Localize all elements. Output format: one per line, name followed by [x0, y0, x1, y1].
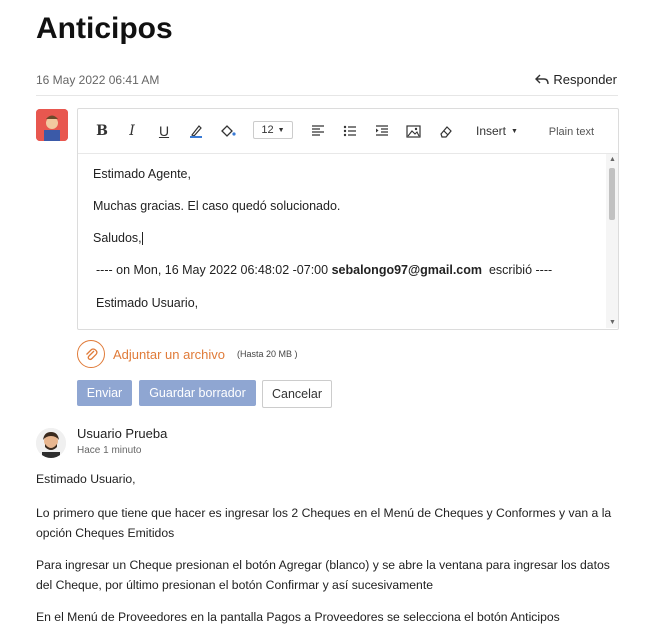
bold-icon[interactable]: B — [92, 121, 112, 141]
attach-file[interactable]: Adjuntar un archivo (Hasta 20 MB ) — [77, 340, 298, 368]
italic-icon[interactable]: I — [122, 121, 142, 141]
font-size-select[interactable]: 12 ▼ — [253, 121, 293, 139]
author-time: Hace 1 minuto — [77, 445, 142, 456]
attach-limit: (Hasta 20 MB ) — [237, 349, 298, 359]
quote-prefix: ---- on Mon, 16 May 2022 06:48:02 -07:00 — [96, 263, 329, 277]
editor-body[interactable]: Estimado Agente, Muchas gracias. El caso… — [78, 154, 604, 328]
message-paragraph: Estimado Usuario, — [36, 472, 136, 486]
scroll-down-icon[interactable]: ▼ — [609, 319, 616, 326]
message-paragraph: Para ingresar un Cheque presionan el bot… — [36, 558, 610, 592]
plain-text-toggle[interactable]: Plain text — [549, 126, 594, 138]
eraser-icon[interactable] — [435, 121, 455, 141]
reply-button[interactable]: Responder — [535, 72, 617, 87]
quote-suffix: escribió ---- — [488, 263, 553, 277]
bulleted-list-icon[interactable] — [340, 121, 360, 141]
header-divider — [36, 95, 618, 96]
reply-editor: B I U 12 ▼ Insert ▼ Plain text Estimado … — [77, 108, 619, 330]
page-title: Anticipos — [36, 12, 173, 45]
underline-icon[interactable]: U — [154, 121, 174, 141]
save-draft-button[interactable]: Guardar borrador — [139, 380, 256, 406]
avatar — [36, 109, 68, 141]
font-size-value: 12 — [261, 124, 274, 136]
message-date: 16 May 2022 06:41 AM — [36, 73, 160, 87]
editor-line: Muchas gracias. El caso quedó solucionad… — [93, 199, 341, 213]
editor-line: Estimado Agente, — [93, 167, 191, 181]
text-cursor — [141, 232, 143, 246]
cancel-button[interactable]: Cancelar — [262, 380, 332, 408]
editor-line-text: Saludos, — [93, 231, 142, 245]
chevron-down-icon: ▼ — [511, 127, 518, 135]
reply-icon — [535, 74, 550, 84]
editor-line: Estimado Usuario, — [96, 296, 199, 310]
editor-scrollbar[interactable]: ▲ ▼ — [606, 154, 618, 328]
scrollbar-thumb[interactable] — [609, 168, 615, 220]
quote-email: sebalongo97@gmail.com — [331, 263, 482, 277]
insert-dropdown[interactable]: Insert ▼ — [476, 124, 518, 138]
editor-line: Saludos, — [93, 231, 143, 246]
text-color-icon[interactable] — [186, 121, 206, 141]
align-left-icon[interactable] — [308, 121, 328, 141]
scroll-up-icon[interactable]: ▲ — [609, 156, 616, 163]
editor-toolbar: B I U 12 ▼ Insert ▼ Plain text — [78, 109, 618, 154]
send-button[interactable]: Enviar — [77, 380, 132, 406]
quote-header: ---- on Mon, 16 May 2022 06:48:02 -07:00… — [96, 263, 552, 277]
image-icon[interactable] — [403, 121, 423, 141]
avatar — [36, 428, 66, 458]
message-paragraph: Lo primero que tiene que hacer es ingres… — [36, 506, 612, 540]
indent-icon[interactable] — [372, 121, 392, 141]
highlight-icon[interactable] — [218, 121, 238, 141]
message-paragraph: En el Menú de Proveedores en la pantalla… — [36, 610, 560, 624]
attach-label[interactable]: Adjuntar un archivo — [113, 347, 225, 362]
insert-label: Insert — [476, 124, 507, 138]
author-name: Usuario Prueba — [77, 426, 168, 441]
paperclip-icon[interactable] — [77, 340, 105, 368]
reply-label: Responder — [553, 72, 617, 87]
chevron-down-icon: ▼ — [277, 126, 285, 134]
